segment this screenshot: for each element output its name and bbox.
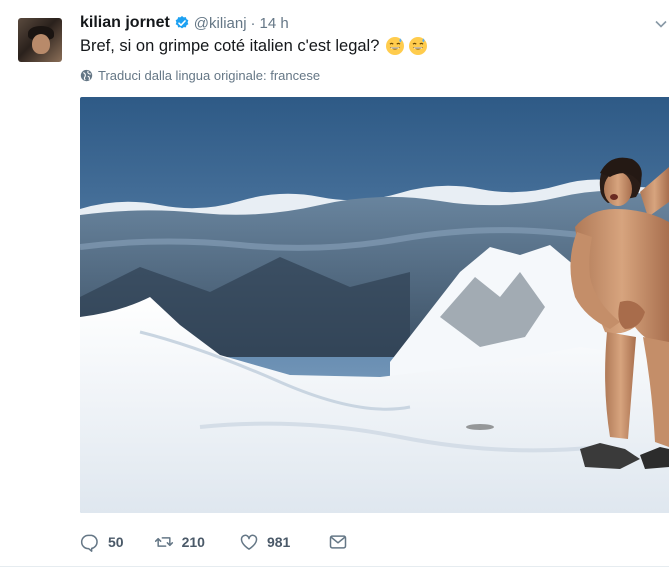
reply-icon [80, 534, 98, 552]
retweet-icon [154, 537, 173, 547]
author-handle[interactable]: @kilianj [194, 15, 247, 32]
author-avatar[interactable] [18, 18, 62, 62]
translate-tweet-link[interactable]: Traduci dalla lingua originale: francese [80, 68, 320, 83]
author-name[interactable]: kilian jornet [80, 14, 170, 32]
tweet-actions: 50 210 981 [80, 528, 376, 556]
verified-badge-icon [175, 16, 189, 29]
caret-down-icon[interactable] [655, 18, 667, 30]
direct-message-button[interactable] [328, 532, 348, 552]
tweet-text: Bref, si on grimpe coté italien c'est le… [80, 34, 428, 58]
tweet-timestamp[interactable]: 14 h [260, 15, 289, 32]
globe-icon [80, 69, 93, 82]
reply-button[interactable]: 50 [80, 532, 124, 552]
direct-message-icon [330, 535, 347, 549]
summit-photo [80, 97, 669, 513]
translate-label: Traduci dalla lingua originale: francese [98, 68, 321, 83]
reply-count: 50 [108, 534, 124, 550]
retweet-count: 210 [181, 534, 205, 550]
like-count: 981 [266, 534, 291, 550]
tweet[interactable]: kilian jornet @kilianj · 14 h Bref, si o… [0, 0, 669, 575]
tweet-text-content: Bref, si on grimpe coté italien c'est le… [80, 37, 380, 55]
like-button[interactable]: 981 [239, 532, 290, 552]
tweet-header: kilian jornet @kilianj · 14 h [80, 12, 289, 34]
grinning-sweat-emoji [409, 37, 428, 55]
grinning-sweat-emoji [386, 37, 405, 55]
avatar-face [32, 34, 50, 54]
tweet-photo[interactable] [80, 97, 669, 513]
retweet-button[interactable]: 210 [154, 532, 205, 552]
header-separator: · [250, 14, 256, 32]
like-icon [240, 534, 258, 550]
tweet-divider [0, 566, 669, 567]
